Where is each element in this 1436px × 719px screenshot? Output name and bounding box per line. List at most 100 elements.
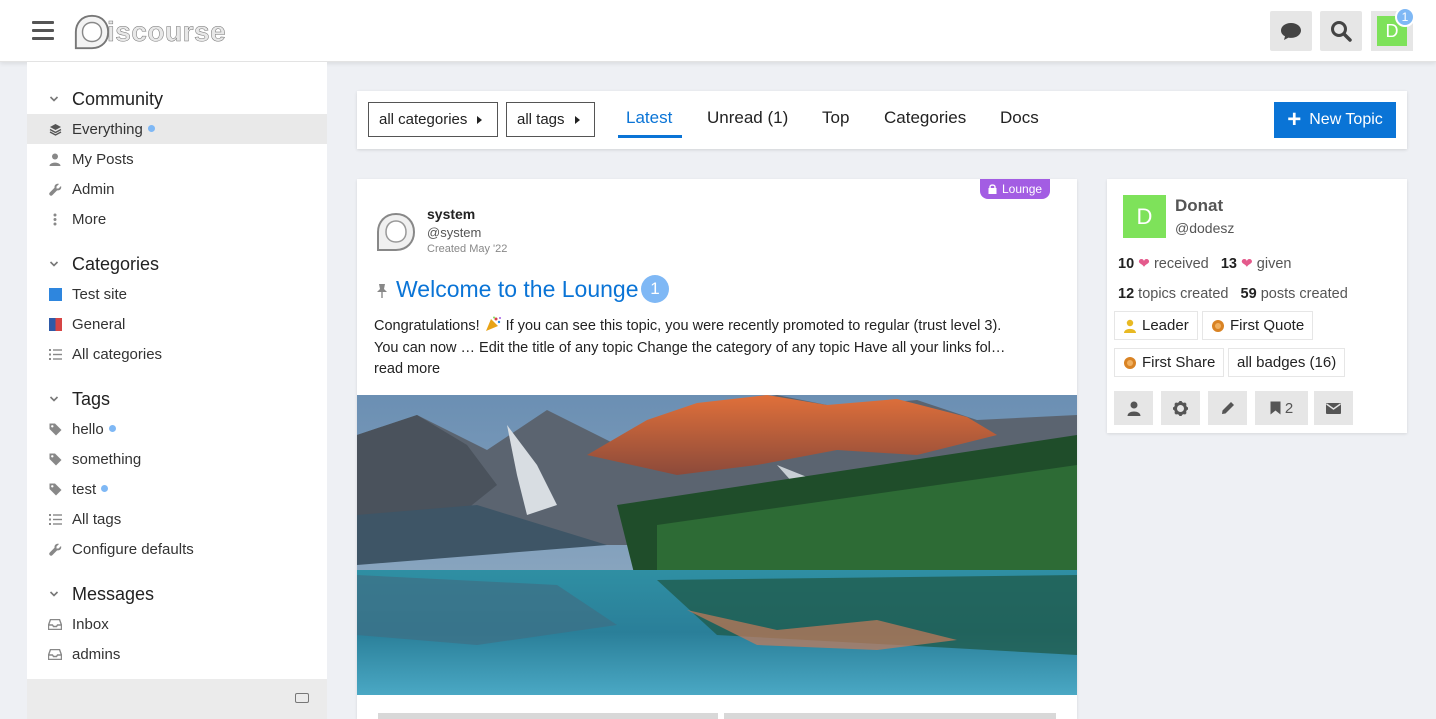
topic-navigation: all categories all tags Latest Unread (1… xyxy=(357,91,1407,149)
badge-label: First Share xyxy=(1142,354,1216,371)
category-badge-label: Lounge xyxy=(1002,182,1043,196)
tab-categories[interactable]: Categories xyxy=(884,108,966,128)
sidebar-item-tag-test[interactable]: test xyxy=(27,474,327,504)
likes-given-count: 13 xyxy=(1220,256,1237,272)
author-name[interactable]: system xyxy=(427,206,475,222)
bookmarks-button[interactable]: 2 xyxy=(1255,391,1308,425)
system-avatar[interactable] xyxy=(375,211,417,253)
sidebar-item-test-site[interactable]: Test site xyxy=(27,279,327,309)
tag-icon xyxy=(48,422,62,436)
sidebar-item-label: admins xyxy=(72,645,121,663)
bookmark-count: 2 xyxy=(1284,399,1294,417)
sidebar-item-tag-hello[interactable]: hello xyxy=(27,414,327,444)
likes-stats: 10 ❤ received 13 ❤ given xyxy=(1118,255,1291,272)
topic-title[interactable]: Welcome to the Lounge xyxy=(396,276,639,303)
topic-excerpt: Congratulations! If you can see this top… xyxy=(374,316,1024,381)
author-handle: @system xyxy=(427,225,482,240)
sidebar-section-messages[interactable]: Messages xyxy=(27,580,327,608)
category-color-swatch xyxy=(48,317,62,331)
user-icon xyxy=(1127,401,1140,416)
read-more-link[interactable]: read more xyxy=(374,361,440,377)
envelope-icon xyxy=(1326,402,1341,414)
category-badge[interactable]: Lounge xyxy=(980,179,1051,199)
sidebar-section-title: Categories xyxy=(72,253,160,274)
sidebar-item-general[interactable]: General xyxy=(27,309,327,339)
sidebar-item-more[interactable]: More xyxy=(27,204,327,234)
sidebar-item-all-tags[interactable]: All tags xyxy=(27,504,327,534)
new-topic-button[interactable]: + New Topic xyxy=(1274,102,1396,138)
badge-leader[interactable]: Leader xyxy=(1114,311,1198,340)
sidebar-item-my-posts[interactable]: My Posts xyxy=(27,144,327,174)
likes-received-label: received xyxy=(1153,256,1209,272)
sidebar-item-label: Admin xyxy=(72,180,115,198)
tab-unread[interactable]: Unread (1) xyxy=(707,108,788,128)
sidebar-item-inbox[interactable]: Inbox xyxy=(27,609,327,639)
search-button[interactable] xyxy=(1320,11,1362,51)
caret-right-icon xyxy=(477,115,483,124)
sidebar-item-everything[interactable]: Everything xyxy=(27,114,327,144)
chat-button[interactable] xyxy=(1270,11,1312,51)
notification-badge[interactable]: 1 xyxy=(1395,7,1415,27)
badge-label: all badges (16) xyxy=(1237,354,1337,371)
lock-icon xyxy=(988,184,997,194)
sidebar-footer xyxy=(27,679,327,719)
badge-label: Leader xyxy=(1142,317,1189,334)
heart-icon: ❤ xyxy=(1138,255,1150,271)
sidebar-item-configure-defaults[interactable]: Configure defaults xyxy=(27,534,327,564)
cog-badge-icon xyxy=(1212,319,1224,332)
badge-first-share[interactable]: First Share xyxy=(1114,348,1225,377)
reply-count-badge[interactable]: 1 xyxy=(641,275,669,303)
tab-docs[interactable]: Docs xyxy=(1000,108,1039,128)
sidebar-item-label: Configure defaults xyxy=(72,540,194,558)
user-icon xyxy=(48,152,62,166)
sidebar-section-community[interactable]: Community xyxy=(27,85,327,113)
topics-created-count: 12 xyxy=(1118,286,1135,302)
inbox-icon xyxy=(48,647,62,661)
pin-icon xyxy=(377,284,387,298)
sidebar-item-admin[interactable]: Admin xyxy=(27,174,327,204)
preferences-button[interactable] xyxy=(1161,391,1200,425)
cog-badge-icon xyxy=(1124,356,1136,369)
all-badges-link[interactable]: all badges (16) xyxy=(1228,348,1346,377)
user-card-name[interactable]: Donat xyxy=(1175,196,1223,216)
tags-dropdown[interactable]: all tags xyxy=(506,102,595,137)
keyboard-shortcuts-icon[interactable] xyxy=(295,693,309,703)
tab-top[interactable]: Top xyxy=(822,108,849,128)
sidebar-section-title: Tags xyxy=(72,388,111,409)
topics-created-label: topics created xyxy=(1138,286,1229,302)
heart-icon: ❤ xyxy=(1241,255,1253,271)
tab-latest[interactable]: Latest xyxy=(626,108,672,128)
sidebar-section-categories[interactable]: Categories xyxy=(27,250,327,278)
post-action-bar-right xyxy=(724,713,1056,719)
hamburger-menu-icon[interactable] xyxy=(32,21,54,41)
sidebar-item-all-categories[interactable]: All categories xyxy=(27,339,327,369)
post-stats: 12 topics created 59 posts created xyxy=(1118,286,1348,302)
site-logo[interactable]: iscourse xyxy=(73,11,226,53)
user-card-avatar[interactable]: D xyxy=(1123,195,1166,238)
topic-image[interactable] xyxy=(357,395,1077,695)
wrench-icon xyxy=(48,542,62,556)
messages-button[interactable] xyxy=(1314,391,1353,425)
sidebar-section-title: Community xyxy=(72,88,164,109)
profile-button[interactable] xyxy=(1114,391,1153,425)
list-icon xyxy=(48,347,62,361)
sidebar-item-tag-something[interactable]: something xyxy=(27,444,327,474)
tag-icon xyxy=(48,482,62,496)
categories-dropdown[interactable]: all categories xyxy=(368,102,498,137)
person-badge-icon xyxy=(1124,319,1136,333)
excerpt-text-start: Congratulations! xyxy=(374,318,484,334)
sidebar-item-label: Test site xyxy=(72,285,128,303)
gear-icon xyxy=(1173,400,1188,416)
badge-first-quote[interactable]: First Quote xyxy=(1202,311,1314,340)
sidebar-item-admins-inbox[interactable]: admins xyxy=(27,639,327,669)
vertical-ellipsis-icon xyxy=(48,212,62,226)
chat-icon xyxy=(1281,23,1301,40)
category-color-swatch xyxy=(48,287,62,301)
layers-icon xyxy=(48,122,62,136)
sidebar-item-label: test xyxy=(72,480,97,498)
pencil-icon xyxy=(1221,402,1234,414)
tag-icon xyxy=(48,452,62,466)
drafts-button[interactable] xyxy=(1208,391,1247,425)
sidebar-section-tags[interactable]: Tags xyxy=(27,385,327,413)
logo-text: iscourse xyxy=(107,16,227,48)
